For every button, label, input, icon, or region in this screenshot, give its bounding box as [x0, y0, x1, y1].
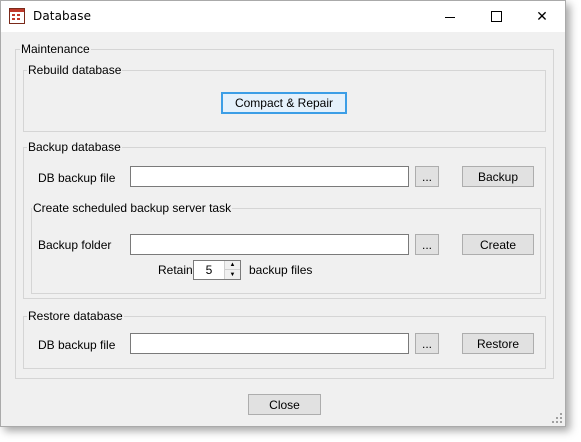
window-title: Database [33, 9, 92, 23]
restore-group-label: Restore database [27, 309, 124, 323]
rebuild-group-label: Rebuild database [27, 63, 123, 77]
retain-count-value[interactable]: 5 [194, 263, 224, 277]
resize-grip-icon[interactable] [552, 413, 562, 423]
retain-count-stepper[interactable]: 5 ▲ ▼ [193, 260, 241, 280]
minimize-icon [445, 17, 455, 18]
backup-browse-button[interactable]: ... [415, 166, 439, 187]
database-app-icon [9, 8, 25, 24]
restore-browse-button[interactable]: ... [415, 333, 439, 354]
retain-suffix-label: backup files [249, 263, 313, 277]
retain-label: Retain [158, 263, 193, 277]
maximize-icon [490, 11, 502, 22]
create-task-button[interactable]: Create [462, 234, 534, 255]
backup-group-label: Backup database [27, 140, 122, 154]
chevron-down-icon[interactable]: ▼ [225, 270, 240, 279]
close-icon: ✕ [536, 8, 548, 25]
maximize-button[interactable] [473, 1, 519, 32]
backup-button[interactable]: Backup [462, 166, 534, 187]
restore-file-label: DB backup file [38, 338, 116, 352]
maintenance-group-label: Maintenance [20, 42, 91, 56]
title-bar[interactable]: Database ✕ [1, 1, 565, 32]
close-window-button[interactable]: ✕ [519, 1, 565, 32]
restore-file-input[interactable] [130, 333, 409, 354]
compact-repair-button[interactable]: Compact & Repair [221, 92, 347, 114]
backup-folder-browse-button[interactable]: ... [415, 234, 439, 255]
chevron-up-icon[interactable]: ▲ [225, 261, 240, 270]
close-button[interactable]: Close [248, 394, 321, 415]
restore-button[interactable]: Restore [462, 333, 534, 354]
database-window: Database ✕ Maintenance Rebuild database … [0, 0, 566, 427]
backup-file-input[interactable] [130, 166, 409, 187]
minimize-button[interactable] [427, 1, 473, 32]
backup-folder-input[interactable] [130, 234, 409, 255]
scheduled-backup-group-label: Create scheduled backup server task [32, 201, 233, 215]
backup-folder-label: Backup folder [38, 238, 112, 252]
backup-file-label: DB backup file [38, 171, 116, 185]
